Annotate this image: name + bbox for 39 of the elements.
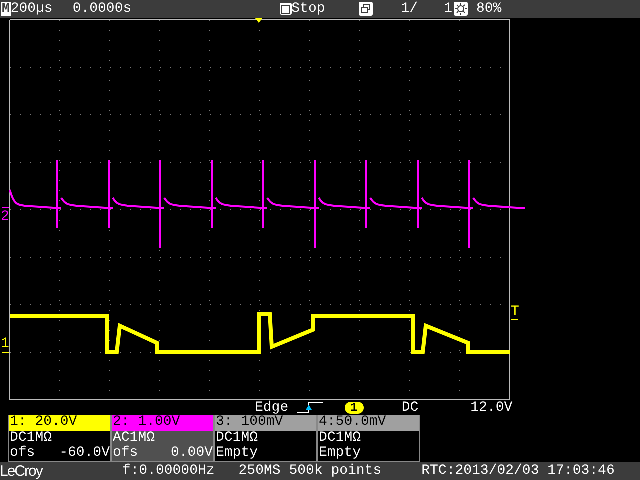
brand-logo: LeCroy xyxy=(0,462,42,480)
clock: RTC:2013/02/03 17:03:46 xyxy=(422,463,615,479)
brightness-icon[interactable] xyxy=(454,2,468,16)
channel-info: Empty xyxy=(216,446,258,461)
channel-coupling: DC1MΩ xyxy=(10,431,54,446)
timebase: 200µs xyxy=(10,0,53,18)
sample-info: 250MS 500k points xyxy=(238,463,382,479)
trigger-coupling: DC xyxy=(402,400,419,416)
channel-panel[interactable]: 3: 100mV DC1MΩ Empty xyxy=(214,415,317,462)
channel-scale: 4:50.0mV xyxy=(318,415,419,431)
channel-offset: -60.0V xyxy=(60,446,110,461)
stacked-windows-icon[interactable] xyxy=(359,2,374,16)
trigger-level: 12.0V xyxy=(470,400,513,416)
trigger-source: 1 xyxy=(344,402,364,414)
channel-scale: 1: 20.0V xyxy=(9,415,110,431)
channel-panel[interactable]: 1: 20.0V DC1MΩ ofs -60.0V xyxy=(8,415,111,462)
acquisition-total: 1 xyxy=(444,0,452,18)
trigger-level-marker: T xyxy=(511,305,520,319)
channel-offset: 0.00V xyxy=(170,446,213,461)
channel-scale: 3: 100mV xyxy=(215,415,316,431)
channel-scale: 2: 1.00V xyxy=(112,415,213,431)
channel-coupling: AC1MΩ xyxy=(113,431,156,446)
trigger-type: Edge xyxy=(255,400,289,416)
channel-panel[interactable]: 4:50.0mV DC1MΩ Empty xyxy=(317,415,420,462)
run-state: Stop xyxy=(292,0,326,18)
frequency-readout: f:0.00000Hz xyxy=(122,463,215,479)
channel-marker: 1 xyxy=(1,337,10,351)
mode-icon[interactable]: M xyxy=(1,2,11,16)
brightness-level: 80% xyxy=(476,0,502,18)
channel-info: ofs xyxy=(10,446,36,461)
rising-edge-icon xyxy=(296,402,323,414)
acquisition-count: 1/ xyxy=(401,0,418,18)
channel-marker: 2 xyxy=(1,210,10,224)
stop-icon[interactable] xyxy=(280,3,292,15)
channel-coupling: DC1MΩ xyxy=(319,431,362,446)
channel-info: Empty xyxy=(319,446,362,461)
channel-coupling: DC1MΩ xyxy=(216,431,260,446)
trigger-delay: 0.0000s xyxy=(72,0,132,18)
channel-info: ofs xyxy=(113,446,138,461)
